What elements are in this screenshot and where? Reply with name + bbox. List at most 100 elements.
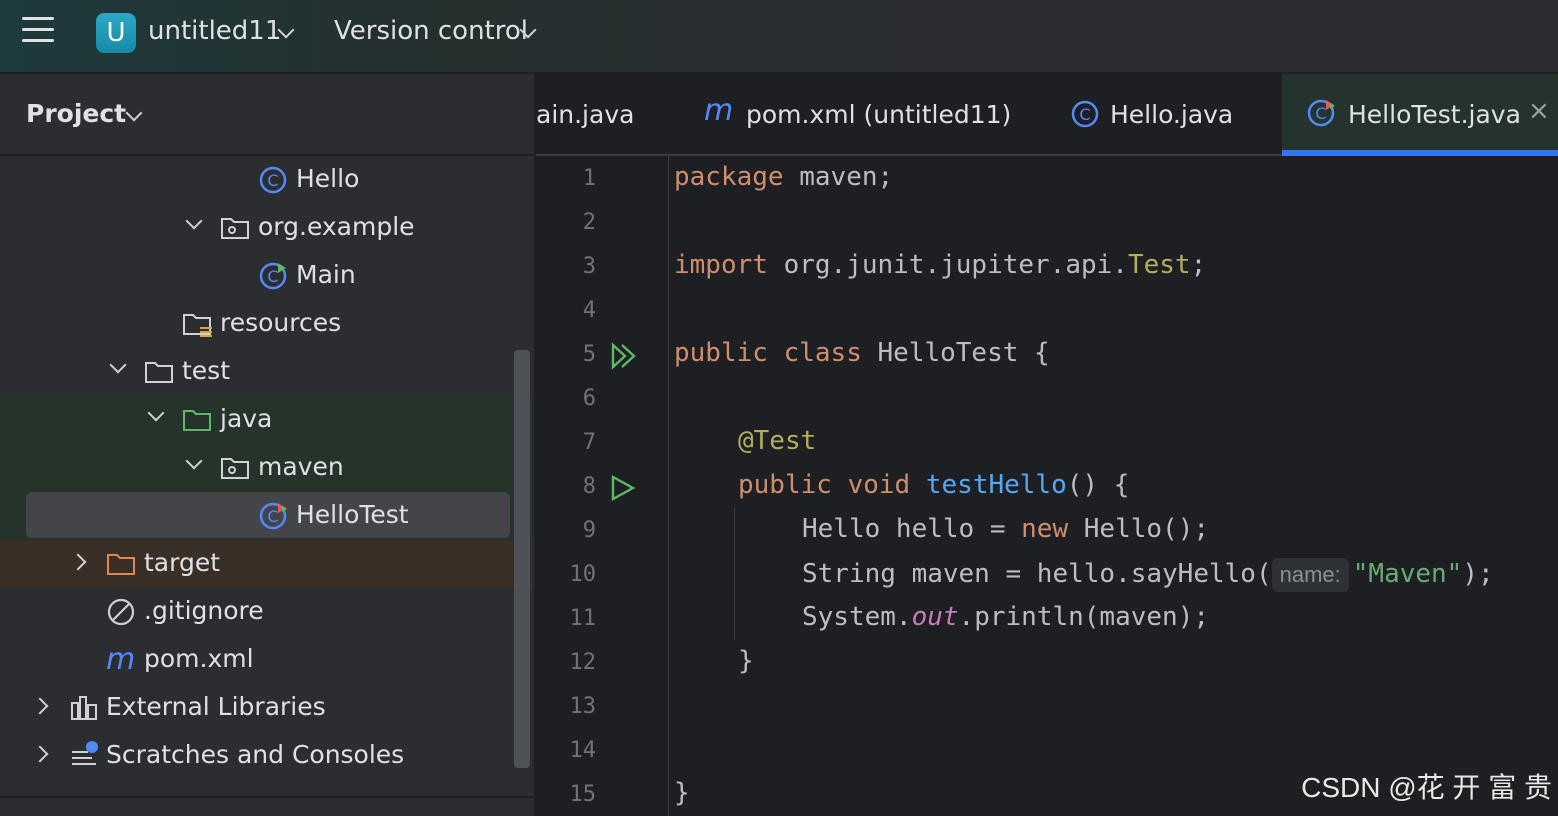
keyword: public [738, 470, 832, 500]
runnable-class-icon: C [259, 262, 287, 290]
tree-item-resources[interactable]: resources [0, 300, 532, 348]
keyword: class [783, 338, 862, 368]
code-line-12: } [738, 646, 754, 676]
package-folder-icon [221, 218, 249, 239]
line-number: 13 [569, 694, 597, 719]
string-literal: "Maven" [1352, 559, 1463, 589]
tab-pom-xml[interactable]: m pom.xml (untitled11) [696, 74, 1026, 154]
class-icon: C [259, 166, 287, 194]
ignore-file-icon [107, 598, 135, 626]
tree-item-label: External Libraries [106, 692, 326, 721]
line-number: 6 [582, 386, 596, 411]
scratches-icon [72, 741, 98, 765]
chevron-down-icon[interactable] [125, 104, 143, 122]
run-test-icon[interactable] [610, 474, 640, 502]
version-control-menu[interactable]: Version control [334, 16, 528, 46]
code-editor[interactable]: 1 2 3 4 5 6 7 8 9 10 11 12 13 14 15 pack… [536, 156, 1558, 816]
folder-icon [145, 362, 173, 383]
code-text: maven; [783, 162, 894, 192]
tab-label: HelloTest.java [1348, 100, 1521, 129]
svg-text:m: m [106, 645, 135, 675]
parameter-hint: name: [1271, 558, 1349, 592]
tree-item-label: Hello [296, 164, 360, 193]
tree-item-label: java [220, 404, 273, 433]
svg-text:C: C [267, 507, 278, 526]
tree-item-gitignore[interactable]: .gitignore [0, 588, 532, 636]
keyword: void [847, 470, 911, 500]
tree-item-label: Main [296, 260, 356, 289]
method-name: testHello [925, 470, 1067, 500]
test-source-folder-icon [183, 410, 211, 431]
chevron-down-icon[interactable] [185, 212, 203, 230]
tree-item-maven[interactable]: maven [0, 444, 532, 492]
tree-item-hello[interactable]: C Hello [0, 156, 532, 204]
chevron-right-icon[interactable] [69, 553, 87, 571]
tree-item-label: HelloTest [296, 500, 409, 529]
tab-hello-java[interactable]: C Hello.java [1066, 74, 1266, 154]
project-name[interactable]: untitled11 [148, 16, 281, 46]
tree-item-target[interactable]: target [0, 540, 532, 588]
line-number: 8 [582, 474, 596, 499]
excluded-folder-icon [107, 554, 135, 575]
code-text: ; [1190, 250, 1207, 280]
tab-label: Hello.java [1110, 100, 1234, 129]
project-header: Project [0, 74, 534, 156]
code-text: Hello(); [1068, 514, 1210, 544]
line-number: 4 [582, 298, 596, 323]
keyword: package [674, 162, 784, 192]
chevron-down-icon[interactable] [185, 452, 203, 470]
svg-text:C: C [1079, 105, 1090, 124]
resources-folder-icon [183, 314, 212, 337]
tree-item-pom-xml[interactable]: m pom.xml [0, 636, 532, 684]
tab-hellotest-java[interactable]: C HelloTest.java × [1282, 74, 1558, 156]
class-icon: C [1071, 100, 1099, 128]
chevron-down-icon[interactable] [147, 404, 165, 422]
svg-text:C: C [267, 267, 278, 286]
code-text: .println(maven); [958, 602, 1209, 632]
project-view-title[interactable]: Project [26, 99, 126, 128]
tree-item-hellotest[interactable]: C HelloTest [0, 492, 532, 540]
tab-label: pom.xml (untitled11) [746, 100, 1012, 129]
tree-item-external-libraries[interactable]: External Libraries [0, 684, 532, 732]
line-number: 12 [569, 650, 597, 675]
maven-icon: m [106, 645, 135, 675]
tree-item-label: .gitignore [144, 596, 264, 625]
tree-item-test[interactable]: test [0, 348, 532, 396]
tree-item-scratches[interactable]: Scratches and Consoles [0, 732, 532, 780]
tab-main-java[interactable]: ain.java [536, 74, 676, 154]
library-icon [71, 696, 97, 720]
line-number: 7 [582, 430, 596, 455]
tree-item-main[interactable]: C Main [0, 252, 532, 300]
keyword: new [1021, 514, 1069, 544]
chevron-right-icon[interactable] [31, 745, 49, 763]
project-tree: C Hello org.example C Main resources tes… [0, 156, 534, 796]
run-all-tests-icon[interactable] [610, 342, 640, 370]
code-text: HelloTest { [861, 338, 1050, 368]
chevron-right-icon[interactable] [31, 697, 49, 715]
editor-gutter: 1 2 3 4 5 6 7 8 9 10 11 12 13 14 15 [536, 156, 669, 816]
chevron-down-icon[interactable] [109, 356, 127, 374]
title-bar: U untitled11 Version control [0, 0, 1558, 74]
code-line-15: } [674, 778, 690, 808]
code-line-9: Hello hello = new Hello(); [802, 514, 1209, 544]
project-badge[interactable]: U [96, 13, 136, 53]
tree-item-org-example[interactable]: org.example [0, 204, 532, 252]
line-number: 14 [569, 738, 597, 763]
tree-item-label: Scratches and Consoles [106, 740, 405, 769]
annotation-ref: Test [1127, 250, 1191, 280]
keyword: import [674, 250, 768, 280]
line-number: 11 [569, 606, 597, 631]
tree-item-label: target [144, 548, 221, 577]
tree-item-label: resources [220, 308, 342, 337]
tree-item-java[interactable]: java [0, 396, 532, 444]
divider [0, 796, 534, 798]
line-number: 9 [582, 518, 596, 543]
project-tool-window: Project C Hello org.example C Main resou… [0, 74, 536, 816]
main-menu-icon[interactable] [22, 17, 54, 49]
close-icon[interactable]: × [1528, 96, 1550, 126]
tree-item-label: maven [258, 452, 344, 481]
static-field: out [911, 602, 959, 632]
tree-scrollbar[interactable] [514, 350, 530, 768]
svg-text:C: C [1315, 104, 1326, 123]
code-text: String maven = hello.sayHello( [802, 559, 1272, 589]
